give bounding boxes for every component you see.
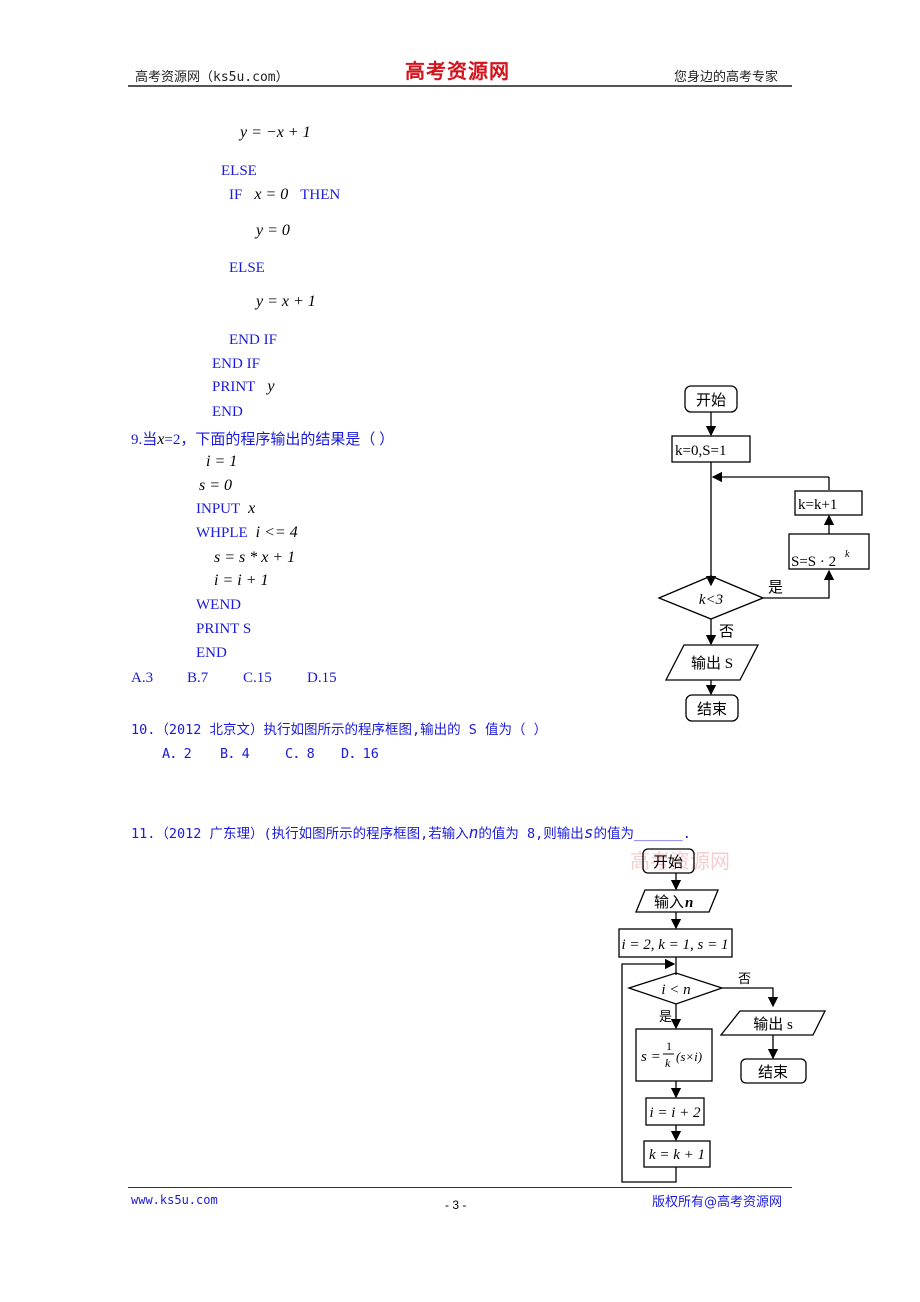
footer-rule — [128, 1187, 792, 1188]
input-label: 输入 — [654, 894, 684, 911]
code-line: i = i + 1 — [214, 572, 269, 589]
start-label: 开始 — [696, 392, 726, 409]
code-keyword: END — [212, 404, 243, 420]
code-keyword: END — [196, 645, 227, 661]
code-keyword: ELSE — [221, 163, 257, 179]
question-9-option-b: B.7 — [187, 670, 209, 686]
no-label: 否 — [719, 624, 734, 640]
code-line: i = 1 — [206, 453, 238, 470]
question-10-option-d: D．16 — [341, 746, 379, 762]
flowchart-q10: 开始 k=0,S=1 k=k+1 S=S · 2 k k<3 是 否 输出 S … — [657, 385, 870, 722]
code-line: y = −x + 1 — [240, 124, 311, 141]
code-keyword: PRINT S — [196, 621, 252, 637]
code-line: s = 0 — [199, 477, 233, 494]
compute-rhs: (s×i) — [676, 1049, 702, 1064]
decision-label: i < n — [661, 982, 690, 998]
code-line: IF x = 0 THEN — [229, 186, 341, 203]
flowchart-q11: 高考资源网 开始 输入 n i = 2, k = 1, s = 1 i < n … — [618, 848, 827, 1183]
question-10-stem: 10.（2012 北京文）执行如图所示的程序框图,输出的 S 值为（ ） — [131, 722, 548, 738]
header-left: 高考资源网（ks5u.com） — [135, 70, 289, 85]
yes-label: 是 — [768, 580, 783, 596]
header-logo: 高考资源网 — [405, 59, 510, 83]
code-line: y = 0 — [256, 222, 290, 239]
output-label: 输出 S — [691, 655, 733, 672]
update-s-exponent: k — [845, 549, 850, 560]
code-keyword: ELSE — [229, 260, 265, 276]
inc-i-label: i = i + 2 — [649, 1105, 701, 1121]
end-label: 结束 — [697, 701, 727, 718]
footer-left: www.ks5u.com — [131, 1193, 218, 1207]
code-line: INPUT x — [196, 500, 256, 517]
compute-numerator: 1 — [666, 1039, 672, 1053]
no-label: 否 — [738, 971, 751, 986]
question-11-stem: 11.（2012 广东理）(执行如图所示的程序框图,若输入n的值为 8,则输出s… — [131, 823, 691, 842]
code-line: y = x + 1 — [256, 293, 316, 310]
input-var: n — [685, 895, 693, 911]
question-9-option-c: C.15 — [243, 670, 272, 686]
decision-label: k<3 — [699, 592, 723, 608]
question-9-option-d: D.15 — [307, 670, 337, 686]
end-label: 结束 — [758, 1064, 788, 1081]
init-label: k=0,S=1 — [675, 443, 727, 459]
header-right: 您身边的高考专家 — [674, 70, 779, 85]
question-10-option-b: B．4 — [220, 746, 250, 762]
code-line: s = s * x + 1 — [214, 549, 296, 566]
compute-denominator: k — [665, 1056, 671, 1070]
init-label: i = 2, k = 1, s = 1 — [621, 937, 728, 953]
inc-k-label: k = k + 1 — [649, 1147, 705, 1163]
code-line: WHPLE i <= 4 — [196, 524, 298, 541]
question-10-option-c: C．8 — [285, 746, 315, 762]
start-label: 开始 — [653, 854, 683, 871]
header-rule — [128, 85, 792, 87]
question-9-stem: 9.当x=2，下面的程序输出的结果是（ ） — [131, 431, 395, 448]
output-label: 输出 s — [753, 1016, 793, 1033]
footer-right: 版权所有@高考资源网 — [652, 1195, 783, 1210]
update-k-label: k=k+1 — [798, 497, 837, 513]
page-number: - 3 - — [445, 1198, 467, 1212]
code-keyword: WEND — [196, 597, 241, 613]
no-branch-line — [722, 987, 779, 1008]
question-9-option-a: A.3 — [131, 670, 154, 686]
update-s-label: S=S · 2 — [791, 554, 836, 570]
code-keyword: END IF — [212, 356, 260, 372]
code-keyword: END IF — [229, 332, 277, 348]
question-10-option-a: A．2 — [162, 746, 192, 762]
code-line: PRINT y — [212, 378, 275, 395]
compute-lhs: s = — [641, 1049, 661, 1065]
yes-label: 是 — [659, 1009, 672, 1024]
